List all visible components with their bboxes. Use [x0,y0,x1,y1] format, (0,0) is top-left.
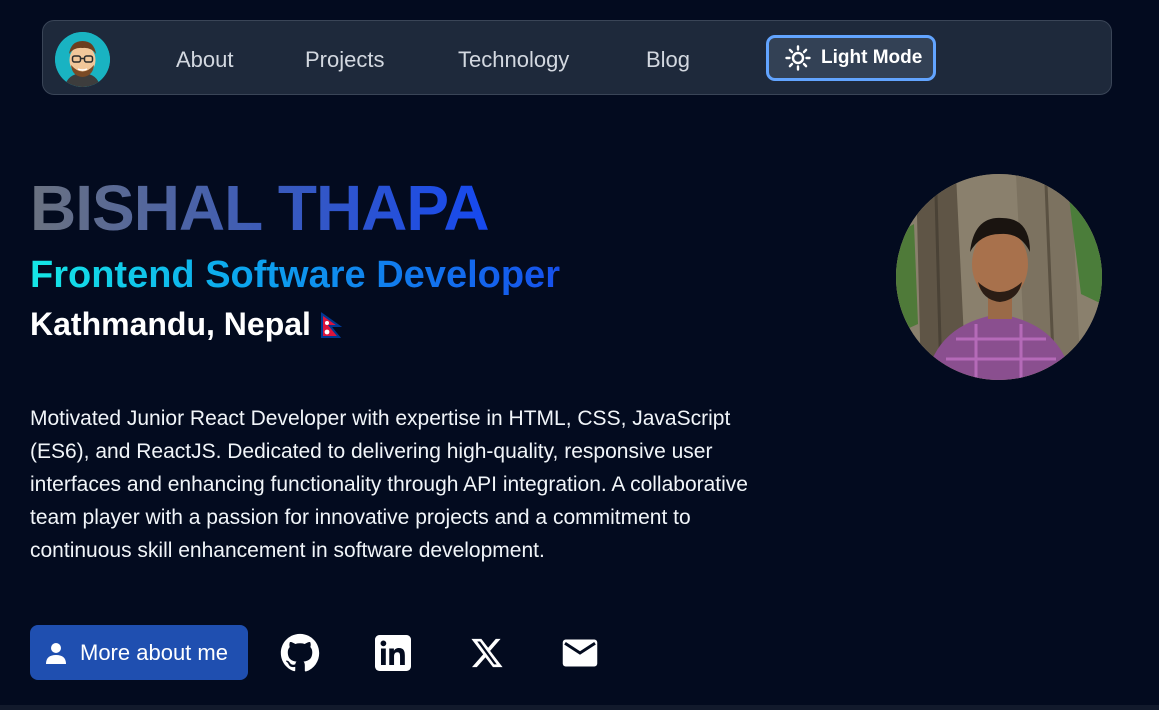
person-icon [44,641,68,665]
sun-icon [785,45,811,71]
hero-role: Frontend Software Developer [30,254,560,296]
profile-photo [896,174,1102,380]
cartoon-avatar-icon [55,32,110,87]
avatar[interactable] [55,32,110,87]
github-icon[interactable] [279,632,321,674]
nav-link-technology[interactable]: Technology [458,21,569,96]
hero-bio: Motivated Junior React Developer with ex… [30,407,748,562]
more-about-me-label: More about me [80,639,228,665]
top-navbar: About Projects Technology Blog Light Mod… [42,20,1112,95]
x-icon[interactable] [466,632,508,674]
nav-link-about[interactable]: About [176,21,234,96]
hero-name: BISHAL THAPA [30,172,490,244]
more-about-me-button[interactable]: More about me [30,625,248,680]
location-text: Kathmandu, Nepal [30,306,311,342]
linkedin-icon[interactable] [372,632,414,674]
nav-link-projects[interactable]: Projects [305,21,384,96]
profile-photo-image [896,174,1102,380]
hero-location: Kathmandu, Nepal [30,304,343,344]
theme-toggle-label: Light Mode [821,47,923,68]
nav-link-blog[interactable]: Blog [646,21,690,96]
page-bottom-divider [0,705,1159,710]
mail-icon[interactable] [559,632,601,674]
theme-toggle-button[interactable]: Light Mode [766,35,936,81]
portfolio-page: About Projects Technology Blog Light Mod… [0,0,1159,710]
nepal-flag-icon [319,309,343,339]
